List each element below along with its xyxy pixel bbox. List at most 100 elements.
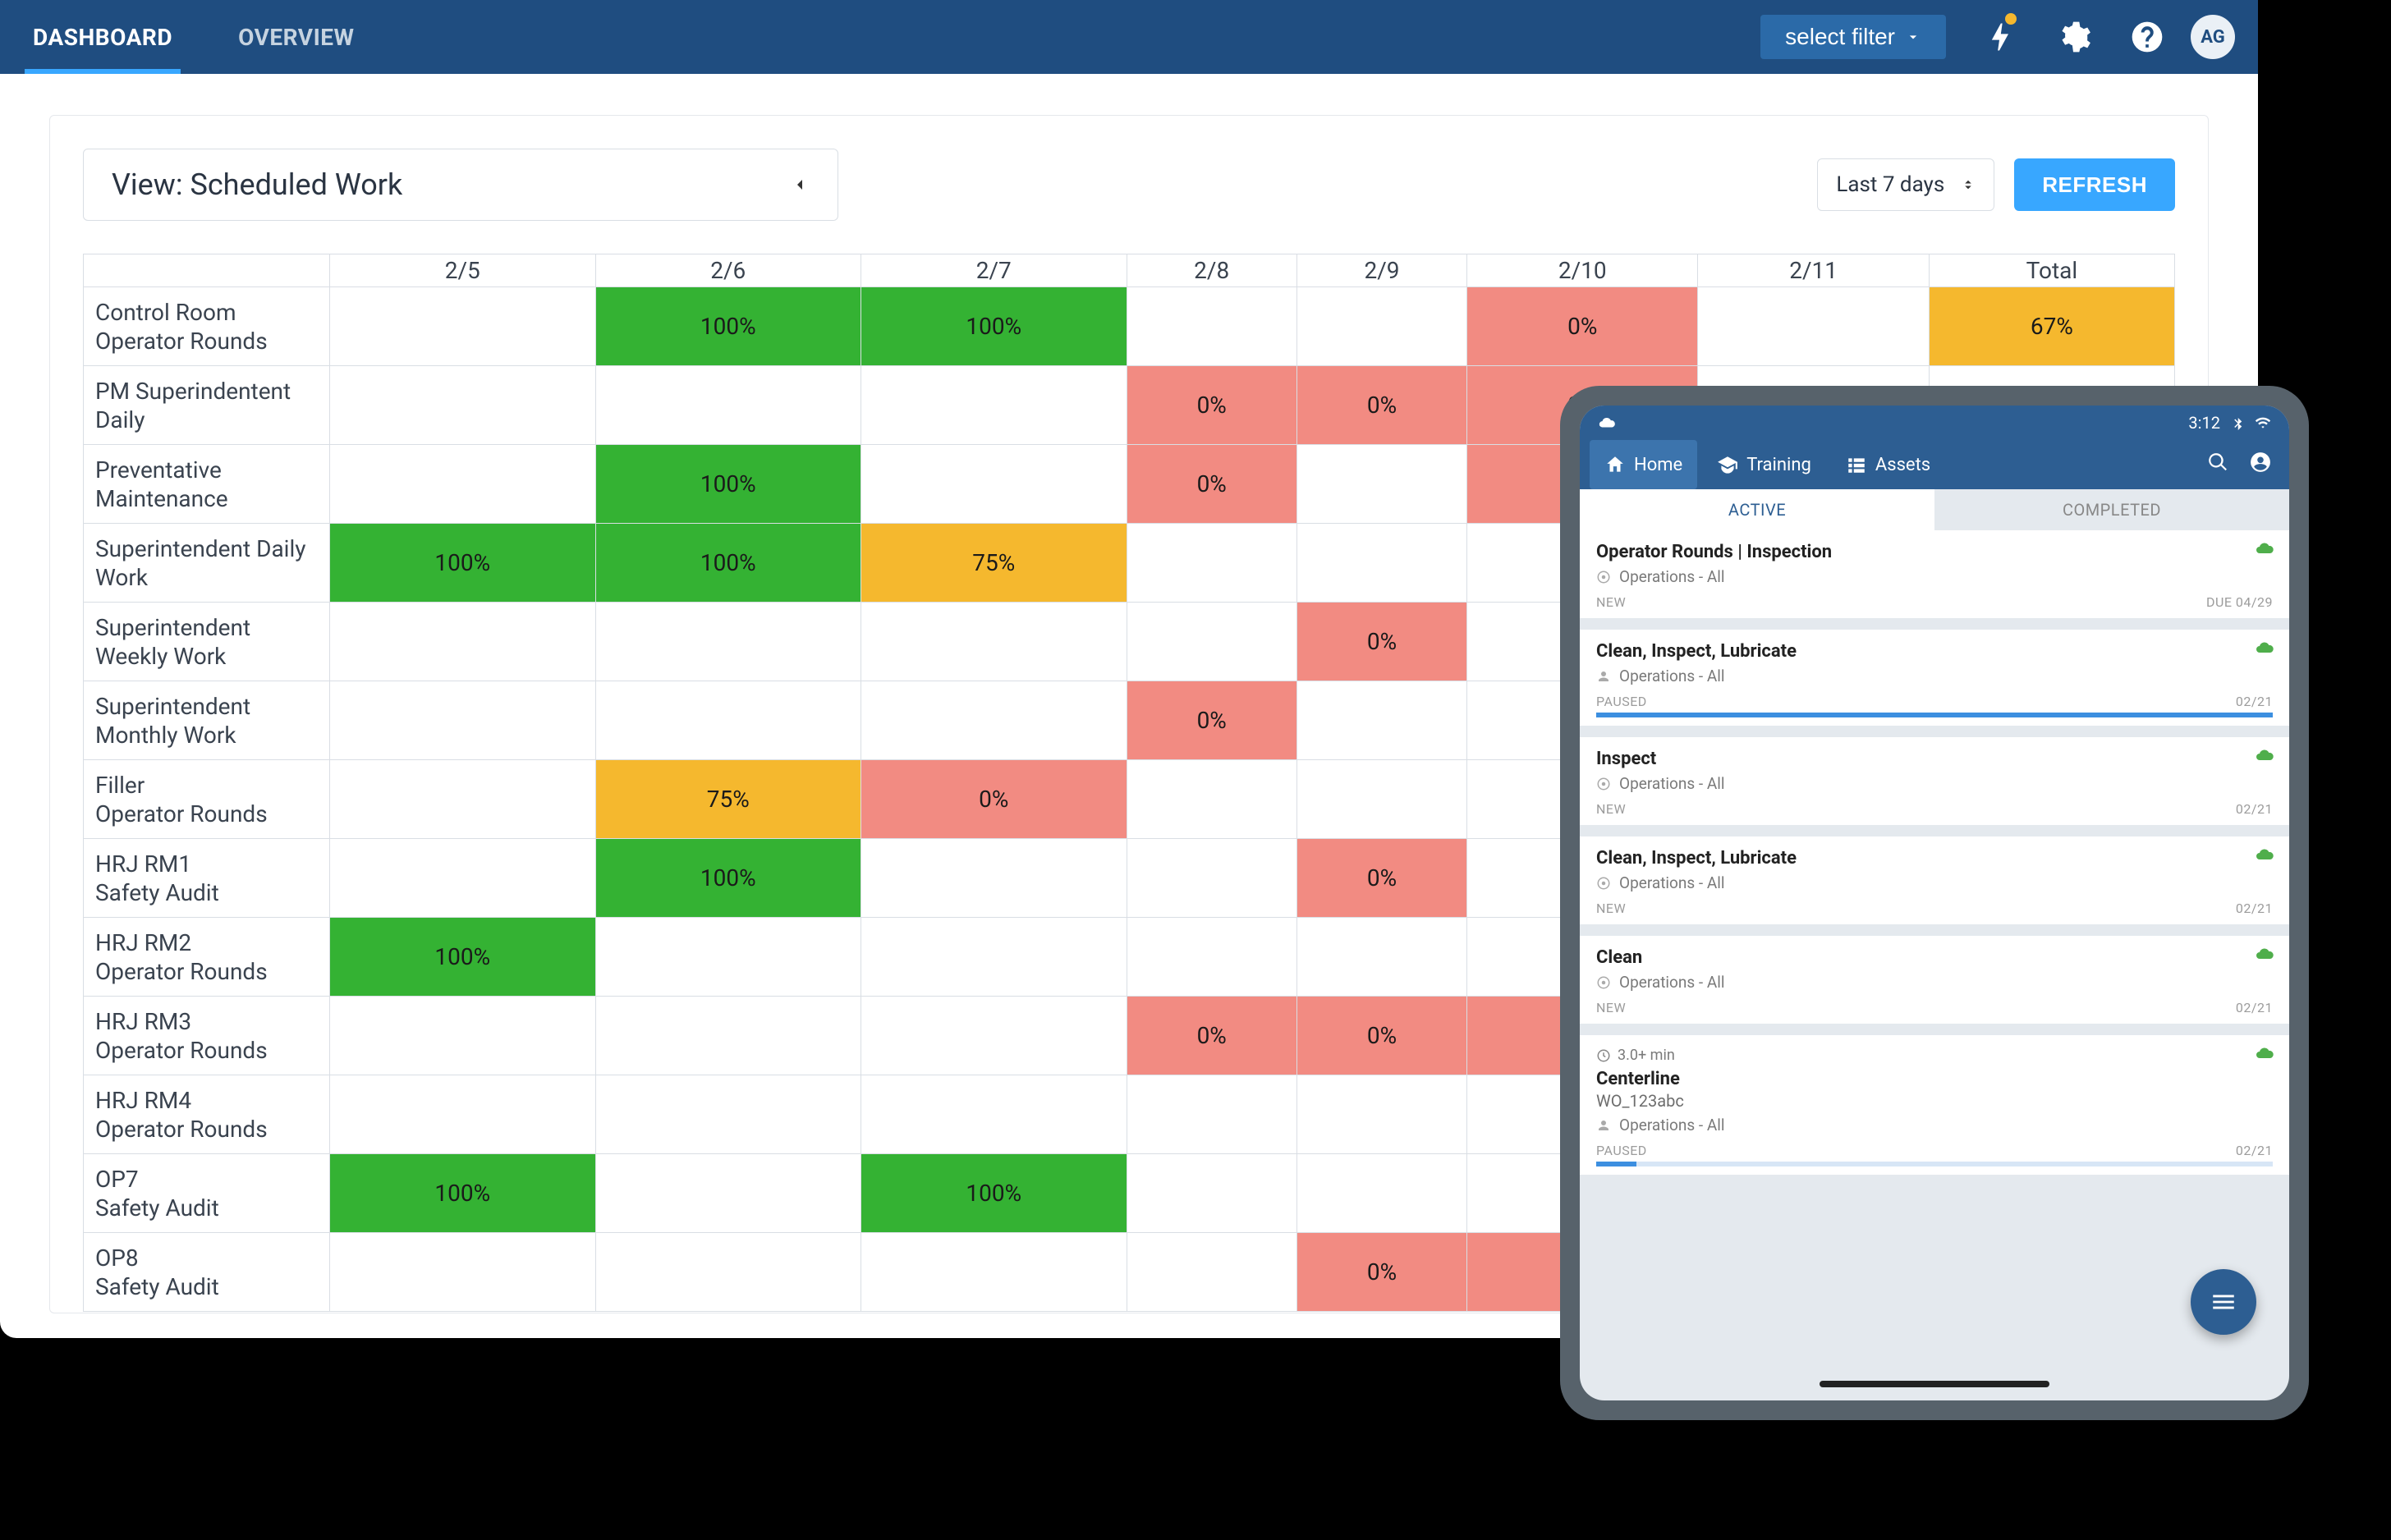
tablet-list: Operator Rounds | Inspection Operations -… [1580, 530, 2289, 1400]
cell [861, 366, 1127, 445]
item-time: 3.0+ min [1596, 1047, 2273, 1064]
topbar: DASHBOARDOVERVIEW select filter AG [0, 0, 2258, 74]
wifi-icon [2255, 415, 2271, 431]
cell [861, 603, 1127, 681]
cell [595, 997, 861, 1075]
item-due: 02/21 [2236, 901, 2273, 916]
cell [595, 1154, 861, 1233]
col-header-empty [84, 254, 330, 287]
card-header: View: Scheduled Work Last 7 days REFRESH [83, 149, 2175, 221]
person-icon [1596, 669, 1611, 684]
item-due: DUE 04/29 [2206, 594, 2273, 610]
item-progress [1596, 713, 2273, 717]
cell [1296, 918, 1466, 997]
tablet-status-bar: 3:12 [1580, 406, 2289, 440]
item-title: Clean, Inspect, Lubricate [1596, 848, 2273, 869]
row-header: PreventativeMaintenance [84, 445, 330, 524]
tablet-nav-assets[interactable]: Assets [1831, 440, 1945, 489]
cell [861, 918, 1127, 997]
cell: 0% [1296, 366, 1466, 445]
item-footer: NEW 02/21 [1596, 1000, 2273, 1015]
row-header: HRJ RM4Operator Rounds [84, 1075, 330, 1154]
tab-overview[interactable]: OVERVIEW [205, 0, 387, 74]
item-footer: NEW 02/21 [1596, 901, 2273, 916]
sync-cloud-icon [2255, 1043, 2274, 1068]
gear-icon [2055, 19, 2091, 55]
col-header: 2/8 [1127, 254, 1296, 287]
cell: 0% [1127, 997, 1296, 1075]
row-header: Control RoomOperator Rounds [84, 287, 330, 366]
sync-cloud-icon [2255, 845, 2274, 869]
cell [1296, 524, 1466, 603]
cell: 75% [861, 524, 1127, 603]
cell: 100% [330, 918, 596, 997]
cell: 0% [1127, 445, 1296, 524]
cell: 0% [1296, 997, 1466, 1075]
cell [861, 1075, 1127, 1154]
avatar[interactable]: AG [2191, 15, 2235, 59]
row-header: SuperintendentWeekly Work [84, 603, 330, 681]
cell [1127, 918, 1296, 997]
tablet-tab-active[interactable]: ACTIVE [1580, 489, 1934, 530]
home-indicator [1820, 1381, 2049, 1387]
range-selector[interactable]: Last 7 days [1817, 158, 1994, 211]
tablet-nav-training[interactable]: Training [1702, 440, 1826, 489]
cell [595, 1233, 861, 1312]
tablet-list-item[interactable]: 3.0+ minCenterlineWO_123abcOperations - … [1580, 1035, 2289, 1175]
tablet-list-item[interactable]: Clean, Inspect, LubricateOperations - Al… [1580, 836, 2289, 924]
tablet-list-item[interactable]: InspectOperations - AllNEW02/21 [1580, 737, 2289, 825]
cell: 0% [1296, 603, 1466, 681]
tablet-search-button[interactable] [2199, 451, 2237, 478]
cell [861, 445, 1127, 524]
cell [330, 997, 596, 1075]
cell [1296, 1075, 1466, 1154]
top-tabs: DASHBOARDOVERVIEW [0, 0, 388, 74]
row-header: FillerOperator Rounds [84, 760, 330, 839]
item-status: PAUSED [1596, 694, 1647, 709]
cell [595, 918, 861, 997]
sync-cloud-icon [2255, 539, 2274, 563]
cell [595, 1075, 861, 1154]
radio-icon [1596, 570, 1611, 584]
col-header: Total [1929, 254, 2174, 287]
item-due: 02/21 [2236, 1000, 2273, 1015]
refresh-button[interactable]: REFRESH [2014, 158, 2175, 211]
nav-label: Home [1634, 455, 1682, 475]
settings-button[interactable] [2036, 0, 2110, 74]
item-status: NEW [1596, 1000, 1626, 1015]
col-header: 2/10 [1467, 254, 1698, 287]
item-title: Operator Rounds | Inspection [1596, 542, 2273, 562]
item-footer: PAUSED02/21 [1596, 694, 2273, 709]
cell [595, 366, 861, 445]
col-header: 2/6 [595, 254, 861, 287]
row-header: PM SuperindententDaily [84, 366, 330, 445]
item-meta: Operations - All [1596, 1116, 2273, 1134]
notifications-button[interactable] [1962, 0, 2036, 74]
col-header: 2/5 [330, 254, 596, 287]
fab-button[interactable] [2191, 1269, 2256, 1335]
cell [1127, 1233, 1296, 1312]
col-header: 2/9 [1296, 254, 1466, 287]
select-filter-button[interactable]: select filter [1760, 15, 1946, 59]
cell: 100% [861, 287, 1127, 366]
tablet-list-item[interactable]: Operator Rounds | Inspection Operations -… [1580, 530, 2289, 618]
tablet-list-item[interactable]: CleanOperations - AllNEW02/21 [1580, 936, 2289, 1024]
help-button[interactable] [2110, 0, 2184, 74]
item-meta: Operations - All [1596, 567, 2273, 586]
tablet-nav: Home Training Assets [1580, 440, 2289, 489]
tablet-nav-home[interactable]: Home [1590, 440, 1697, 489]
nav-label: Assets [1875, 455, 1930, 475]
item-status: NEW [1596, 901, 1626, 916]
radio-icon [1596, 777, 1611, 791]
range-label: Last 7 days [1836, 172, 1944, 197]
col-header: 2/11 [1698, 254, 1929, 287]
row-header: HRJ RM1Safety Audit [84, 839, 330, 918]
view-selector[interactable]: View: Scheduled Work [83, 149, 838, 221]
tablet-profile-button[interactable] [2242, 451, 2279, 478]
tab-dashboard[interactable]: DASHBOARD [0, 0, 205, 74]
list-icon [1846, 454, 1867, 475]
tablet-tab-completed[interactable]: COMPLETED [1934, 489, 2289, 530]
item-footer: NEWDUE 04/29 [1596, 594, 2273, 610]
tablet-list-item[interactable]: Clean, Inspect, LubricateOperations - Al… [1580, 630, 2289, 726]
cell [330, 1233, 596, 1312]
